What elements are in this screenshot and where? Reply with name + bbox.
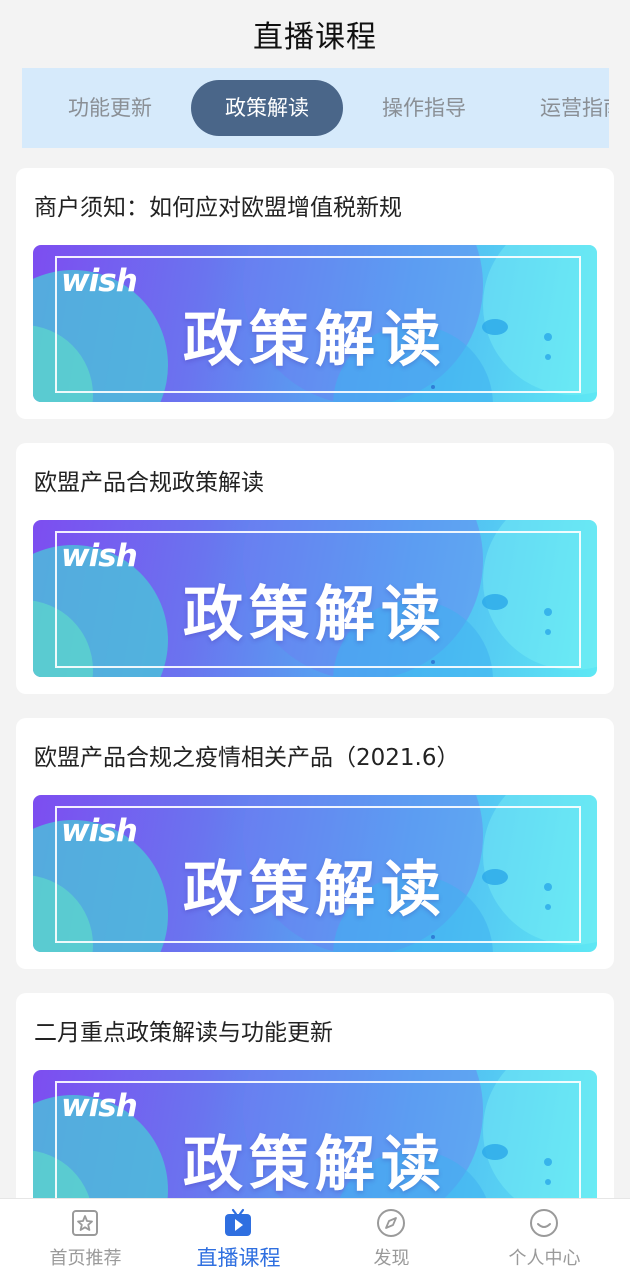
tab-operation-guide[interactable]: 操作指导 [354,80,494,136]
tab-policy-interpretation[interactable]: 政策解读 [191,80,343,136]
course-title: 欧盟产品合规政策解读 [34,470,264,496]
course-title: 二月重点政策解读与功能更新 [34,1020,333,1046]
page-title: 直播课程 [253,20,377,55]
nav-label: 直播课程 [196,1246,281,1270]
nav-home-recommend[interactable]: 首页推荐 [7,1199,164,1280]
course-card[interactable]: 商户须知：如何应对欧盟增值税新规 wish 政策解读 [16,168,614,419]
course-title: 商户须知：如何应对欧盟增值税新规 [34,195,402,221]
bottom-nav: 首页推荐 直播课程 发现 个人中心 [0,1198,630,1280]
nav-discover[interactable]: 发现 [313,1199,470,1280]
course-card[interactable]: 欧盟产品合规政策解读 wish 政策解读 [16,443,614,694]
course-title: 欧盟产品合规之疫情相关产品（2021.6） [34,745,460,771]
course-list[interactable]: 商户须知：如何应对欧盟增值税新规 wish 政策解读 欧盟产品合规政策解读 wi… [0,0,630,1200]
course-card[interactable]: 欧盟产品合规之疫情相关产品（2021.6） wish 政策解读 [16,718,614,969]
tv-play-icon [225,1208,251,1236]
nav-label: 首页推荐 [49,1248,122,1269]
course-banner[interactable]: wish 政策解读 [33,795,597,952]
course-banner[interactable]: wish 政策解读 [33,1070,597,1200]
banner-text: 政策解读 [183,305,447,375]
page: 商户须知：如何应对欧盟增值税新规 wish 政策解读 欧盟产品合规政策解读 wi… [0,0,630,1280]
top-header: 直播课程 [0,0,630,68]
compass-icon [377,1209,405,1237]
course-banner[interactable]: wish 政策解读 [33,245,597,402]
course-card[interactable]: 二月重点政策解读与功能更新 wish 政策解读 [16,993,614,1200]
nav-profile[interactable]: 个人中心 [466,1199,623,1280]
banner-text: 政策解读 [183,1130,447,1200]
nav-label: 发现 [373,1248,410,1269]
banner-text: 政策解读 [183,855,447,925]
star-icon [72,1210,98,1236]
nav-live-courses[interactable]: 直播课程 [160,1199,317,1280]
tab-feature-updates[interactable]: 功能更新 [40,80,180,136]
nav-label: 个人中心 [508,1248,581,1269]
category-tabs[interactable]: 功能更新 政策解读 操作指导 运营指南 [22,68,609,148]
course-banner[interactable]: wish 政策解读 [33,520,597,677]
banner-text: 政策解读 [183,580,447,650]
tab-operations-guide[interactable]: 运营指南 [512,80,609,136]
smile-icon [530,1209,558,1237]
